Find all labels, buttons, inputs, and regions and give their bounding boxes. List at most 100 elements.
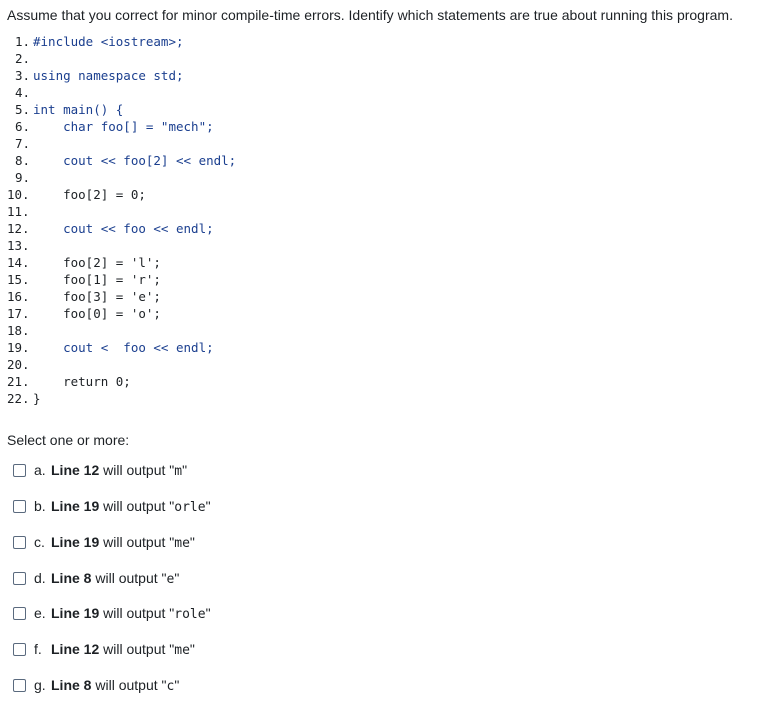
line-number: 2. xyxy=(15,51,31,66)
option-value: me xyxy=(174,642,190,658)
line-number: 20. xyxy=(7,357,30,372)
option-text: Line 8 will output "e" xyxy=(51,570,179,587)
line-number: 19. xyxy=(7,340,30,355)
select-prompt: Select one or more: xyxy=(7,432,130,448)
code-line: 3. using namespace std; xyxy=(7,67,184,84)
code-text: foo[2] = 0; xyxy=(33,187,146,202)
option-end-quote: " xyxy=(205,497,211,514)
code-line: 6. char foo[] = "mech"; xyxy=(7,118,214,135)
option-value: me xyxy=(174,535,190,551)
option-mid-text: will output " xyxy=(99,533,175,550)
option-letter: b. xyxy=(34,498,46,514)
option-mid-text: will output " xyxy=(99,640,175,657)
code-line: 20. xyxy=(7,356,33,373)
code-line: 9. xyxy=(7,169,33,186)
option-d[interactable]: d. Line 8 will output "e" xyxy=(13,568,179,588)
code-text: foo[3] = 'e'; xyxy=(33,289,161,304)
option-line-ref: Line 12 xyxy=(51,640,100,657)
line-number: 6. xyxy=(15,119,31,134)
code-text: } xyxy=(33,391,41,406)
line-number: 5. xyxy=(15,102,31,117)
option-line-ref: Line 8 xyxy=(51,569,92,586)
code-line: 18. xyxy=(7,322,33,339)
option-mid-text: will output " xyxy=(99,461,175,478)
code-line: 4. xyxy=(7,84,33,101)
checkbox-g[interactable] xyxy=(13,678,26,692)
option-end-quote: " xyxy=(174,569,180,586)
option-text: Line 8 will output "c" xyxy=(51,677,179,694)
checkbox-c[interactable] xyxy=(13,535,26,549)
option-letter: c. xyxy=(34,534,45,550)
option-letter: a. xyxy=(34,462,46,478)
checkbox-a[interactable] xyxy=(13,463,26,477)
option-g[interactable]: g. Line 8 will output "c" xyxy=(13,675,179,695)
option-letter: e. xyxy=(34,605,46,621)
line-number: 18. xyxy=(7,323,30,338)
code-line: 7. xyxy=(7,135,33,152)
code-line: 2. xyxy=(7,50,33,67)
line-number: 9. xyxy=(15,170,31,185)
code-line: 10. foo[2] = 0; xyxy=(7,186,146,203)
option-text: Line 12 will output "m" xyxy=(51,462,187,479)
option-line-ref: Line 19 xyxy=(51,604,100,621)
option-line-ref: Line 19 xyxy=(51,533,100,550)
code-line: 14. foo[2] = 'l'; xyxy=(7,254,161,271)
code-line: 22.} xyxy=(7,390,41,407)
line-number: 15. xyxy=(7,272,30,287)
code-line: 8. cout << foo[2] << endl; xyxy=(7,152,236,169)
code-line: 19. cout < foo << endl; xyxy=(7,339,214,356)
code-line: 15. foo[1] = 'r'; xyxy=(7,271,161,288)
option-letter: d. xyxy=(34,570,46,586)
option-line-ref: Line 19 xyxy=(51,497,100,514)
code-line: 21. return 0; xyxy=(7,373,131,390)
option-c[interactable]: c. Line 19 will output "me" xyxy=(13,532,195,552)
line-number: 11. xyxy=(7,204,30,219)
option-b[interactable]: b. Line 19 will output "orle" xyxy=(13,496,211,516)
code-line: 11. xyxy=(7,203,33,220)
line-number: 3. xyxy=(15,68,31,83)
option-line-ref: Line 8 xyxy=(51,676,92,693)
option-mid-text: will output " xyxy=(99,497,175,514)
option-end-quote: " xyxy=(189,640,195,657)
question-text: Assume that you correct for minor compil… xyxy=(7,7,733,23)
code-line: 16. foo[3] = 'e'; xyxy=(7,288,161,305)
code-text: foo[0] = 'o'; xyxy=(33,306,161,321)
code-text: return 0; xyxy=(33,374,131,389)
line-number: 16. xyxy=(7,289,30,304)
code-text: cout << foo[2] << endl; xyxy=(33,153,237,168)
option-text: Line 19 will output "orle" xyxy=(51,498,211,515)
code-line: 17. foo[0] = 'o'; xyxy=(7,305,161,322)
line-number: 14. xyxy=(7,255,30,270)
option-text: Line 19 will output "role" xyxy=(51,605,211,622)
option-end-quote: " xyxy=(182,461,188,478)
code-text: #include <iostream>; xyxy=(33,34,184,49)
code-line: 1. #include <iostream>; xyxy=(7,33,184,50)
line-number: 8. xyxy=(15,153,31,168)
option-a[interactable]: a. Line 12 will output "m" xyxy=(13,460,187,480)
checkbox-f[interactable] xyxy=(13,642,26,656)
option-value: orle xyxy=(174,499,206,515)
line-number: 12. xyxy=(7,221,30,236)
code-text: foo[1] = 'r'; xyxy=(33,272,161,287)
option-end-quote: " xyxy=(189,533,195,550)
code-line: 13. xyxy=(7,237,33,254)
checkbox-b[interactable] xyxy=(13,499,26,513)
line-number: 4. xyxy=(15,85,31,100)
option-f[interactable]: f. Line 12 will output "me" xyxy=(13,639,195,659)
checkbox-e[interactable] xyxy=(13,606,26,620)
code-line: 5. int main() { xyxy=(7,101,123,118)
option-text: Line 19 will output "me" xyxy=(51,534,195,551)
line-number: 17. xyxy=(7,306,30,321)
option-end-quote: " xyxy=(205,604,211,621)
option-mid-text: will output " xyxy=(99,604,175,621)
option-end-quote: " xyxy=(174,676,180,693)
option-mid-text: will output " xyxy=(91,569,167,586)
option-e[interactable]: e. Line 19 will output "role" xyxy=(13,603,211,623)
option-letter: f. xyxy=(34,641,42,657)
code-text: char foo[] = "mech"; xyxy=(33,119,214,134)
line-number: 7. xyxy=(15,136,31,151)
line-number: 22. xyxy=(7,391,30,406)
checkbox-d[interactable] xyxy=(13,571,26,585)
code-text: foo[2] = 'l'; xyxy=(33,255,161,270)
line-number: 13. xyxy=(7,238,30,253)
